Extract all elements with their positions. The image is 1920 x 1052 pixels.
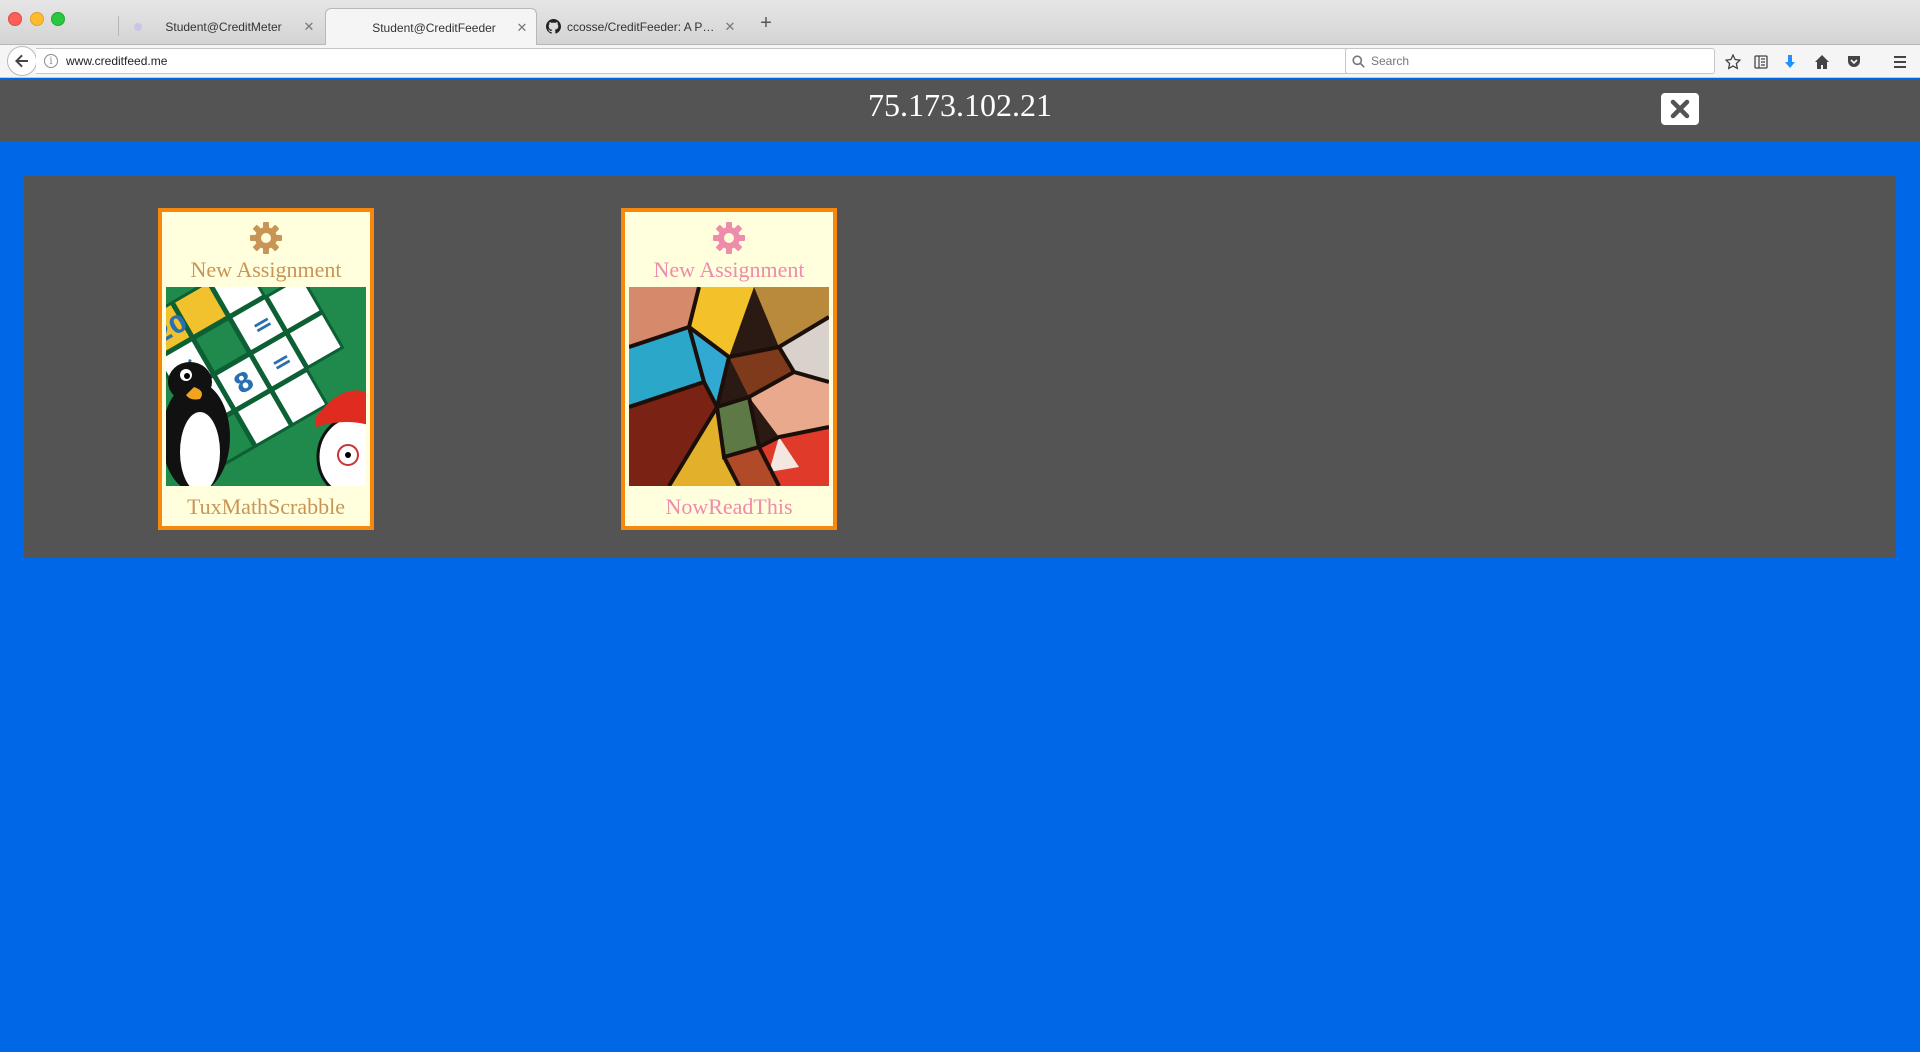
maximize-window-button[interactable] <box>51 12 65 26</box>
back-button[interactable] <box>7 46 37 76</box>
faded-favicon-icon <box>130 19 146 35</box>
gear-icon[interactable] <box>162 220 370 256</box>
reading-list-icon[interactable] <box>1750 51 1772 73</box>
tab-creditmeter[interactable]: Student@CreditMeter ✕ <box>118 8 323 45</box>
search-icon <box>1352 54 1365 68</box>
hamburger-menu-icon[interactable] <box>1889 51 1911 73</box>
download-icon[interactable] <box>1779 51 1801 73</box>
page-title: 75.173.102.21 <box>868 87 1052 123</box>
new-assignment-label[interactable]: New Assignment <box>625 257 833 283</box>
info-icon[interactable]: i <box>44 54 58 68</box>
url-text[interactable]: www.creditfeed.me <box>66 54 1345 68</box>
tab-title: ccosse/CreditFeeder: A Pro... <box>567 19 722 34</box>
browser-tab-bar: Student@CreditMeter ✕ Student@CreditFeed… <box>0 0 1920 46</box>
search-placeholder: Search <box>1371 54 1410 68</box>
pocket-icon[interactable] <box>1843 51 1865 73</box>
close-window-button[interactable] <box>8 12 22 26</box>
github-icon <box>545 19 561 35</box>
close-button[interactable] <box>1661 93 1699 125</box>
close-x-icon <box>1670 99 1690 119</box>
new-assignment-label[interactable]: New Assignment <box>162 257 370 283</box>
stained-glass-thumbnail[interactable] <box>629 287 829 486</box>
tab-title: Student@CreditFeeder <box>372 20 496 35</box>
tab-github[interactable]: ccosse/CreditFeeder: A Pro... ✕ <box>539 8 744 45</box>
gear-icon[interactable] <box>625 220 833 256</box>
tuxmath-thumbnail[interactable]: 20 = 8 × = <box>166 287 366 486</box>
assignment-card-nowreadthis[interactable]: New Assignment NowReadThis <box>621 208 837 530</box>
assignment-card-tuxmathscrabble[interactable]: New Assignment 20 = 8 = TuxMathScrabble <box>158 208 374 530</box>
app-name-label[interactable]: TuxMathScrabble <box>162 494 370 520</box>
minimize-window-button[interactable] <box>30 12 44 26</box>
new-tab-button[interactable]: + <box>756 12 776 35</box>
tab-title: Student@CreditMeter <box>165 19 282 34</box>
tab-close-icon[interactable]: ✕ <box>514 20 530 36</box>
star-icon[interactable] <box>1722 51 1744 73</box>
tab-creditfeeder[interactable]: Student@CreditFeeder ✕ <box>325 8 537 46</box>
search-bar[interactable]: Search <box>1345 48 1715 74</box>
url-bar[interactable]: i www.creditfeed.me <box>36 48 1376 74</box>
home-icon[interactable] <box>1811 51 1833 73</box>
tab-close-icon[interactable]: ✕ <box>301 19 317 35</box>
browser-navigation-bar: i www.creditfeed.me Search <box>0 45 1920 78</box>
page-header: 75.173.102.21 <box>0 79 1920 141</box>
back-arrow-icon <box>15 54 28 68</box>
app-name-label[interactable]: NowReadThis <box>625 494 833 520</box>
tab-close-icon[interactable]: ✕ <box>722 19 738 35</box>
